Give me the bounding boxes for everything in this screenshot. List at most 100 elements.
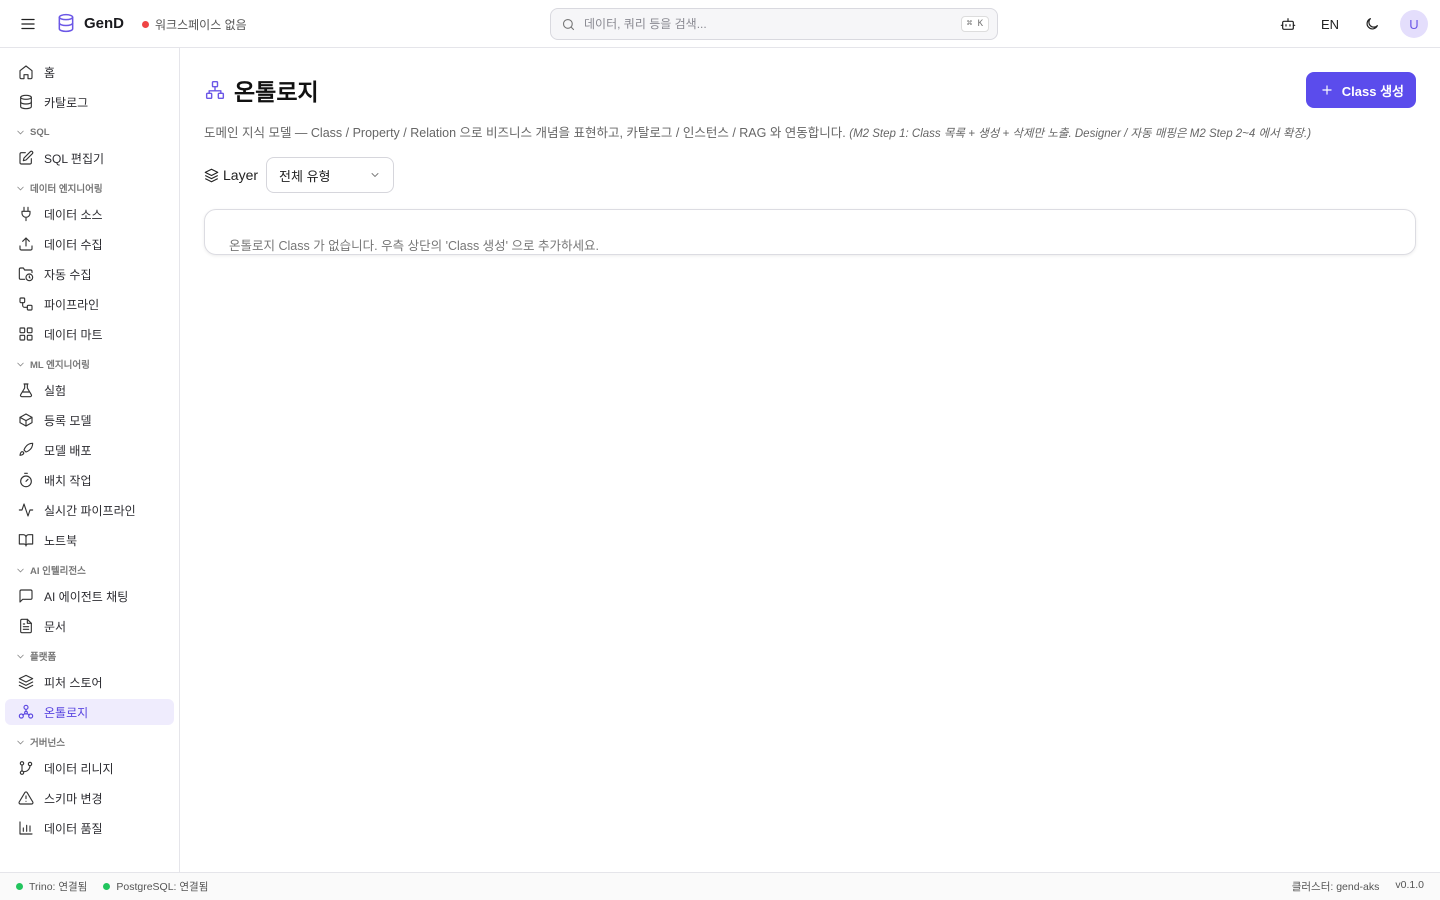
folder-clock-icon: [17, 265, 35, 283]
section-title: ML 엔지니어링: [30, 360, 90, 371]
timer-icon: [17, 471, 35, 489]
sidebar-item-label: 데이터 수집: [44, 237, 103, 252]
section-title: 데이터 엔지니어링: [30, 184, 103, 195]
page-heading: 온톨로지: [204, 73, 319, 107]
section-sql[interactable]: SQL: [5, 119, 174, 145]
chevron-down-icon: [15, 651, 26, 662]
sidebar-item-data-ingest[interactable]: 데이터 수집: [5, 231, 174, 257]
file-text-icon: [17, 617, 35, 635]
section-title: AI 인텔리전스: [30, 566, 86, 577]
layer-label: Layer: [204, 167, 258, 183]
sidebar-item-catalog[interactable]: 카탈로그: [5, 89, 174, 115]
section-ai-intelligence[interactable]: AI 인텔리전스: [5, 557, 174, 583]
section-platform[interactable]: 플랫폼: [5, 643, 174, 669]
top-header: GenD 워크스페이스 없음 ⌘ K EN U: [0, 0, 1440, 48]
section-title: 거버넌스: [30, 738, 65, 749]
section-ml-engineering[interactable]: ML 엔지니어링: [5, 351, 174, 377]
home-icon: [17, 63, 35, 81]
search-icon: [561, 17, 576, 32]
section-data-engineering[interactable]: 데이터 엔지니어링: [5, 175, 174, 201]
sidebar-item-label: AI 에이전트 채팅: [44, 589, 129, 604]
sidebar-item-batch-jobs[interactable]: 배치 작업: [5, 467, 174, 493]
sidebar-item-auto-ingest[interactable]: 자동 수집: [5, 261, 174, 287]
sidebar-item-label: 등록 모델: [44, 413, 92, 428]
chevron-down-icon: [15, 127, 26, 138]
sidebar-item-schema-change[interactable]: 스키마 변경: [5, 785, 174, 811]
sidebar-item-label: 문서: [44, 619, 67, 634]
sidebar-item-data-quality[interactable]: 데이터 품질: [5, 815, 174, 841]
book-icon: [17, 531, 35, 549]
title-row: 온톨로지 Class 생성: [204, 72, 1416, 108]
create-class-label: Class 생성: [1341, 83, 1404, 99]
sidebar-item-pipeline[interactable]: 파이프라인: [5, 291, 174, 317]
section-governance[interactable]: 거버넌스: [5, 729, 174, 755]
sidebar-item-label: 자동 수집: [44, 267, 92, 282]
bot-icon[interactable]: [1274, 10, 1302, 38]
chevron-down-icon: [15, 565, 26, 576]
layer-label-text: Layer: [223, 167, 259, 183]
chevron-down-icon: [369, 169, 381, 181]
activity-icon: [17, 501, 35, 519]
sidebar-item-label: 데이터 소스: [44, 207, 103, 222]
sidebar-item-model-deploy[interactable]: 모델 배포: [5, 437, 174, 463]
sidebar-item-label: SQL 편집기: [44, 151, 105, 166]
brand[interactable]: GenD: [56, 13, 124, 33]
search-shortcut: ⌘ K: [960, 16, 989, 32]
sidebar-item-label: 온톨로지: [44, 705, 89, 720]
search-bar[interactable]: ⌘ K: [550, 8, 998, 40]
sidebar-item-label: 모델 배포: [44, 443, 92, 458]
postgres-status: PostgreSQL: 연결됨: [103, 879, 208, 894]
brand-name: GenD: [84, 14, 125, 32]
sidebar-item-home[interactable]: 홈: [5, 59, 174, 85]
grid-icon: [17, 325, 35, 343]
upload-icon: [17, 235, 35, 253]
workspace-indicator[interactable]: 워크스페이스 없음: [142, 16, 247, 33]
trino-status: Trino: 연결됨: [16, 879, 87, 894]
sidebar-item-data-source[interactable]: 데이터 소스: [5, 201, 174, 227]
trino-status-text: Trino: 연결됨: [29, 881, 88, 893]
sidebar-item-label: 데이터 품질: [44, 821, 103, 836]
sidebar-item-ai-agent-chat[interactable]: AI 에이전트 채팅: [5, 583, 174, 609]
empty-state-card: 온톨로지 Class 가 없습니다. 우측 상단의 'Class 생성' 으로 …: [204, 209, 1416, 255]
sidebar-item-ontology[interactable]: 온톨로지: [5, 699, 174, 725]
page-title: 온톨로지: [234, 79, 319, 105]
avatar[interactable]: U: [1400, 10, 1428, 38]
layers-icon: [204, 168, 219, 183]
sidebar-item-label: 파이프라인: [44, 297, 100, 312]
sidebar-item-experiments[interactable]: 실험: [5, 377, 174, 403]
section-title: SQL: [30, 126, 50, 138]
language-toggle[interactable]: EN: [1316, 10, 1344, 38]
plug-icon: [17, 205, 35, 223]
description-note: (M2 Step 1: Class 목록 + 생성 + 삭제만 노출. Desi…: [849, 128, 1312, 140]
sidebar-item-registered-models[interactable]: 등록 모델: [5, 407, 174, 433]
create-class-button[interactable]: Class 생성: [1305, 72, 1416, 108]
sidebar-item-feature-store[interactable]: 피처 스토어: [5, 669, 174, 695]
sidebar-item-label: 피처 스토어: [44, 675, 103, 690]
layer-select[interactable]: 전체 유형: [266, 157, 395, 193]
git-branch-icon: [17, 759, 35, 777]
header-actions: EN U: [1274, 10, 1428, 38]
sidebar-item-documents[interactable]: 문서: [5, 613, 174, 639]
sidebar-item-label: 카탈로그: [44, 95, 89, 110]
layer-select-value: 전체 유형: [279, 168, 331, 184]
menu-icon[interactable]: [18, 14, 38, 34]
sidebar-item-realtime-pipeline[interactable]: 실시간 파이프라인: [5, 497, 174, 523]
chevron-down-icon: [15, 359, 26, 370]
alert-triangle-icon: [17, 789, 35, 807]
sidebar-item-sql-editor[interactable]: SQL 편집기: [5, 145, 174, 171]
sidebar-item-data-lineage[interactable]: 데이터 리니지: [5, 755, 174, 781]
rocket-icon: [17, 441, 35, 459]
layer-filter: Layer 전체 유형: [204, 157, 1416, 193]
plus-icon: [1320, 83, 1334, 97]
main-content: 온톨로지 Class 생성 도메인 지식 모델 — Class / Proper…: [180, 48, 1440, 872]
sidebar-item-data-mart[interactable]: 데이터 마트: [5, 321, 174, 347]
sidebar-item-notebook[interactable]: 노트북: [5, 527, 174, 553]
sidebar-item-label: 노트북: [44, 533, 78, 548]
version-label: v0.1.0: [1395, 879, 1424, 891]
search-input[interactable]: [584, 17, 961, 31]
moon-icon[interactable]: [1358, 10, 1386, 38]
database-icon: [17, 93, 35, 111]
workflow-icon: [17, 295, 35, 313]
page-description: 도메인 지식 모델 — Class / Property / Relation …: [204, 122, 1416, 141]
workspace-label: 워크스페이스 없음: [155, 18, 247, 32]
